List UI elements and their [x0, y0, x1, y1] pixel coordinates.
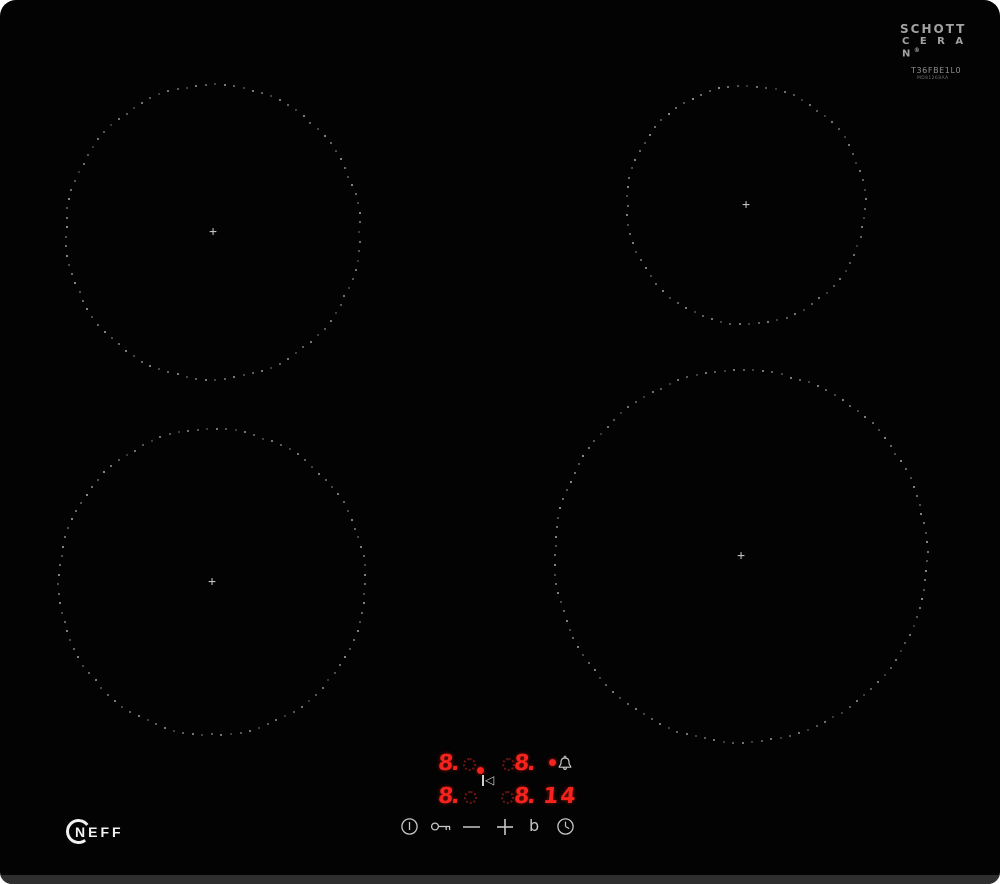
- power-button[interactable]: [400, 817, 419, 836]
- b-key-button[interactable]: b: [529, 817, 539, 835]
- zone-indicator-front-left: [464, 791, 477, 804]
- bridge-icon-bar: [482, 775, 484, 786]
- induction-hob: ++++ NEFF SCHOTT C E R A N® T36FBE1L0 MD…: [0, 0, 1000, 884]
- display-rear-right: 8.: [513, 752, 535, 776]
- clock-timer-button[interactable]: [556, 817, 575, 836]
- display-front-left: 8.: [437, 785, 459, 809]
- zone-indicator-rear-left: [463, 758, 476, 771]
- bridge-icon: ◁: [481, 773, 499, 788]
- plus-button[interactable]: [496, 818, 514, 836]
- child-lock-key-button[interactable]: [430, 820, 453, 833]
- display-front-right: 8.: [513, 785, 535, 809]
- hob-front-edge: [0, 875, 1000, 884]
- control-panel: 8. ◁ 8. 8. 8. 14: [0, 0, 1000, 884]
- timer-active-dot: [549, 759, 556, 766]
- bridge-icon-triangle: ◁: [485, 773, 494, 788]
- hob-glass-surface: ++++ NEFF SCHOTT C E R A N® T36FBE1L0 MD…: [0, 0, 1000, 884]
- minus-button[interactable]: [462, 825, 481, 829]
- bell-icon: [556, 753, 574, 774]
- display-rear-left: 8.: [437, 752, 459, 776]
- timer-display: 14: [542, 785, 579, 809]
- zone-indicator-front-right: [501, 791, 514, 804]
